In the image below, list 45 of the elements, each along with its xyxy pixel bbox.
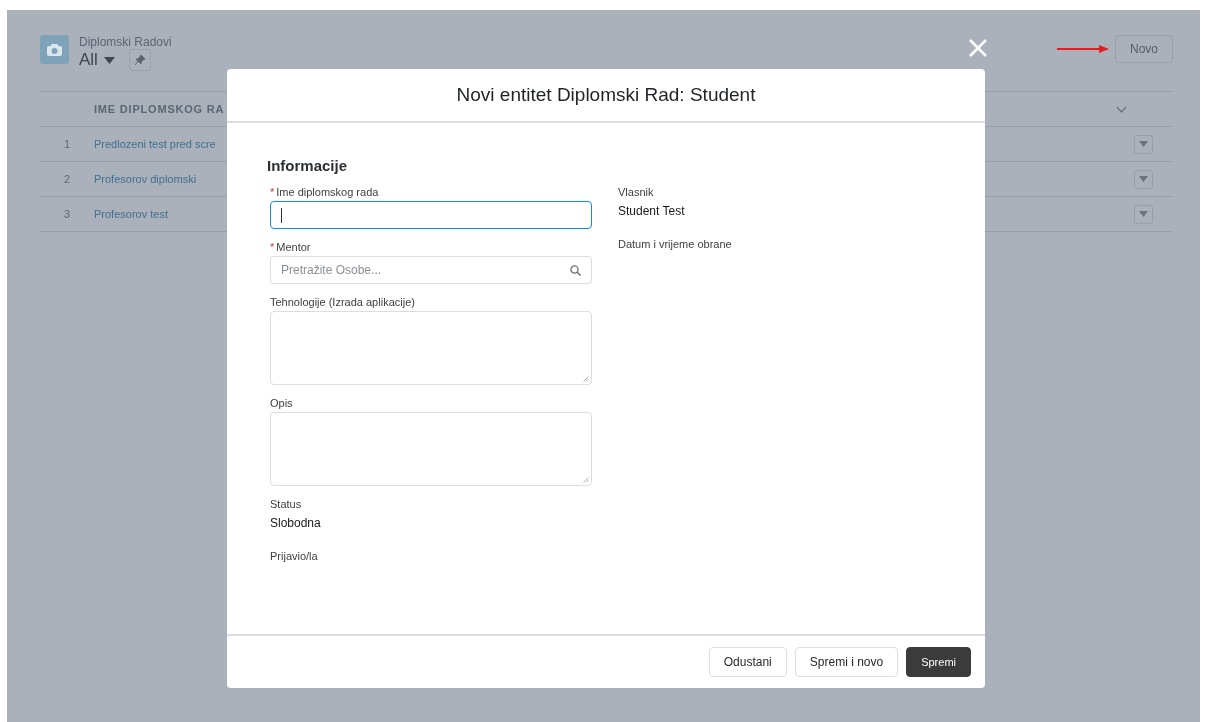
- close-icon[interactable]: [969, 39, 987, 57]
- caret-icon: [1139, 141, 1148, 147]
- text-area[interactable]: [270, 311, 592, 385]
- field-value: Slobodna: [270, 516, 322, 530]
- chevron-down-icon[interactable]: [1116, 105, 1127, 113]
- required-marker: *: [270, 186, 275, 198]
- pin-icon: [134, 55, 145, 65]
- field-label: Datum i vrijeme obrane: [618, 238, 732, 250]
- pin-button[interactable]: [128, 49, 151, 71]
- new-button[interactable]: Novo: [1115, 35, 1173, 63]
- object-title: Diplomski Radovi: [79, 35, 172, 49]
- resize-handle-icon[interactable]: [583, 376, 589, 382]
- field-label: Vlasnik: [618, 186, 654, 198]
- search-icon: [570, 264, 581, 276]
- row-number: 2: [62, 173, 72, 185]
- modal-title: Novi entitet Diplomski Rad: Student: [456, 84, 756, 106]
- field-label: Opis: [270, 397, 293, 409]
- row-number: 3: [62, 208, 72, 220]
- save-button[interactable]: Spremi: [906, 647, 971, 677]
- field-label: Ime diplomskog rada: [276, 186, 379, 198]
- caret-icon: [1139, 211, 1148, 217]
- arrow-icon: [1057, 45, 1109, 53]
- required-marker: *: [270, 241, 275, 253]
- caret-icon: [103, 56, 115, 64]
- caret-icon: [1139, 176, 1148, 182]
- action-button[interactable]: Spremi i novo: [794, 647, 899, 677]
- search-field[interactable]: Pretražite Osobe...: [270, 256, 592, 284]
- row-action-button[interactable]: [1134, 169, 1153, 189]
- section-title: Informacije: [267, 157, 349, 174]
- field-label: Status: [270, 498, 302, 510]
- field-label: Mentor: [276, 241, 311, 253]
- view-selector[interactable]: All: [79, 50, 115, 70]
- camera-icon: [40, 35, 69, 64]
- text-cursor-icon: [281, 207, 282, 223]
- field-label: Tehnologije (Izrada aplikacije): [270, 296, 415, 308]
- text-field[interactable]: [270, 201, 592, 229]
- row-number: 1: [62, 138, 72, 150]
- field-value: Student Test: [618, 204, 686, 218]
- row-action-button[interactable]: [1134, 204, 1153, 224]
- resize-handle-icon[interactable]: [583, 477, 589, 483]
- column-header: IME DIPLOMSKOG RA: [94, 103, 226, 115]
- row-action-button[interactable]: [1134, 134, 1153, 154]
- action-button[interactable]: Odustani: [708, 647, 787, 677]
- text-area[interactable]: [270, 412, 592, 486]
- field-label: Prijavio/la: [270, 550, 318, 562]
